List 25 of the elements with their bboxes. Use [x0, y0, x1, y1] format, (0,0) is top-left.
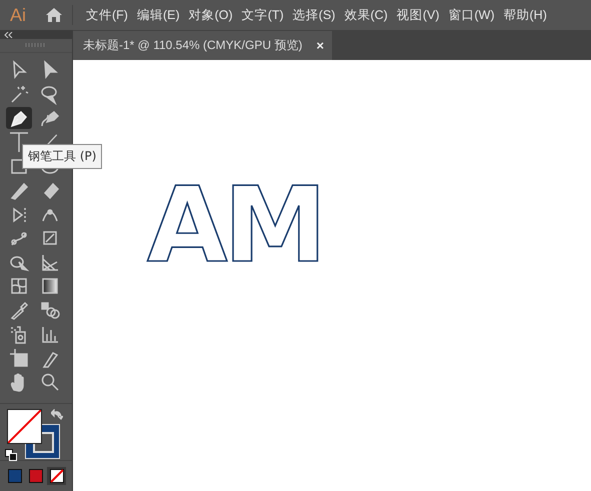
menu-item[interactable]: 文字(T)	[238, 6, 287, 24]
menu-item[interactable]: 文件(F)	[83, 6, 131, 24]
outlined-text: AM	[147, 173, 323, 277]
menu-item[interactable]: 对象(O)	[186, 6, 236, 24]
document-tab[interactable]: 未标题-1* @ 110.54% (CMYK/GPU 预览) ×	[73, 31, 332, 60]
menu-item[interactable]: 窗口(W)	[445, 6, 498, 24]
menu-item[interactable]: 效果(C)	[341, 6, 391, 24]
grip-icon[interactable]	[25, 43, 47, 48]
collapse-icon[interactable]	[4, 32, 14, 38]
tool-button[interactable]	[6, 106, 32, 129]
type-icon	[8, 130, 30, 153]
menu-item[interactable]: 编辑(E)	[134, 6, 183, 24]
default-colors-icon[interactable]	[5, 448, 17, 461]
menu-item[interactable]: 视图(V)	[394, 6, 442, 24]
artboard-icon	[8, 346, 30, 369]
none-swatch-icon	[50, 469, 64, 483]
menu-item[interactable]: 帮助(H)	[500, 6, 550, 24]
color-mode-button[interactable]	[47, 467, 66, 485]
swap-icon[interactable]	[51, 408, 63, 421]
fill-swatch[interactable]	[7, 408, 42, 444]
app-logo: Ai	[8, 4, 27, 26]
close-button[interactable]: ×	[316, 38, 324, 53]
tooltip: 钢笔工具 (P)	[22, 144, 102, 169]
menu-item[interactable]: 选择(S)	[290, 6, 338, 24]
home-icon[interactable]	[45, 7, 63, 23]
